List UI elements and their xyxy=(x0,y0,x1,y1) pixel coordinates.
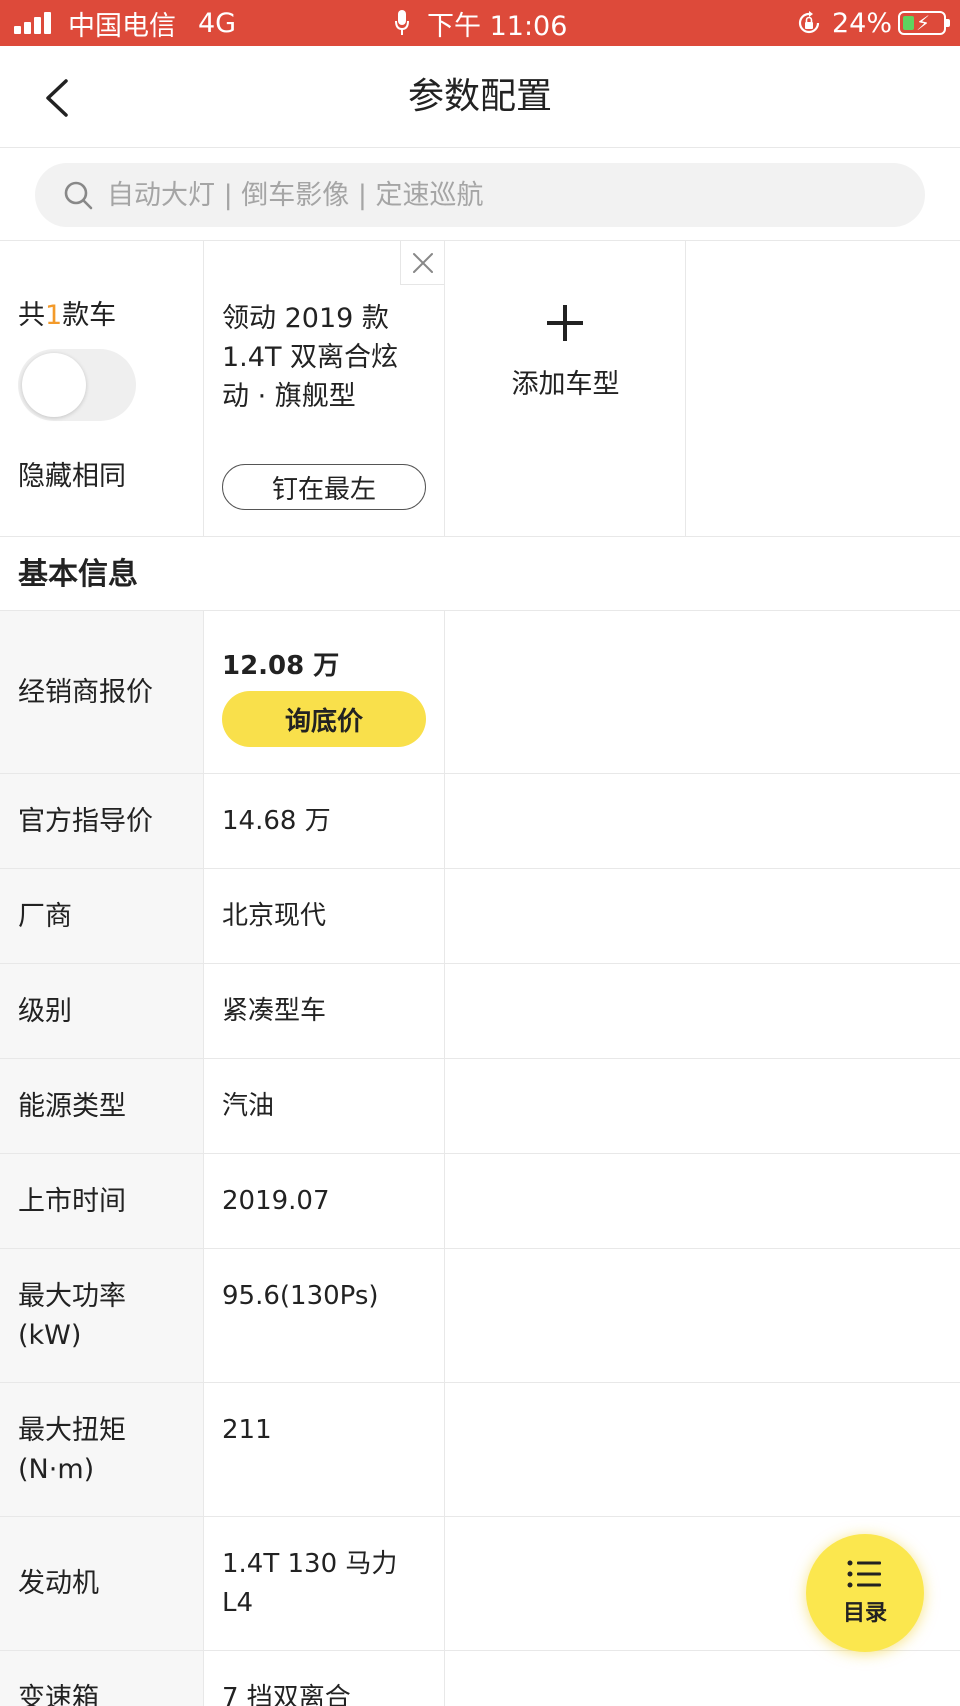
catalog-button[interactable]: 目录 xyxy=(806,1534,924,1652)
table-row: 最大扭矩(N·m) 211 xyxy=(0,1383,960,1517)
row-label: 级别 xyxy=(18,996,72,1027)
table-row: 上市时间 2019.07 xyxy=(0,1154,960,1249)
toggle-knob xyxy=(22,353,86,417)
dealer-price: 12.08 万 xyxy=(222,651,340,681)
plus-icon xyxy=(547,305,583,341)
row-value: 1.4T 130 马力 L4 xyxy=(222,1549,398,1618)
search-box[interactable] xyxy=(35,163,925,227)
row-value: 汽油 xyxy=(222,1091,275,1121)
row-label: 厂商 xyxy=(18,901,72,932)
row-label: 变速箱 xyxy=(18,1683,99,1706)
add-car-label: 添加车型 xyxy=(511,369,620,400)
table-row: 能源类型 汽油 xyxy=(0,1059,960,1154)
battery-percent: 24% xyxy=(831,7,892,39)
table-row: 经销商报价 12.08 万 询底价 xyxy=(0,611,960,774)
row-value: 7 挡双离合 xyxy=(222,1683,351,1706)
row-label: 能源类型 xyxy=(18,1091,126,1122)
page-title: 参数配置 xyxy=(407,76,552,117)
row-value: 95.6(130Ps) xyxy=(222,1281,379,1311)
row-label: 官方指导价 xyxy=(18,806,153,837)
car-column: 领动 2019 款 1.4T 双离合炫动 · 旗舰型 钉在最左 xyxy=(204,241,445,537)
car-count: 共1款车 xyxy=(18,300,117,331)
list-icon xyxy=(847,1560,881,1588)
network-type: 4G xyxy=(198,7,237,39)
hide-same-toggle[interactable] xyxy=(18,349,136,421)
row-label: 最大扭矩(N·m) xyxy=(18,1415,126,1485)
signal-icon xyxy=(14,12,54,34)
table-row: 最大功率(kW) 95.6(130Ps) xyxy=(0,1249,960,1383)
catalog-label: 目录 xyxy=(842,1601,887,1626)
table-row: 厂商 北京现代 xyxy=(0,869,960,964)
ask-lowest-price-button[interactable]: 询底价 xyxy=(222,691,426,747)
row-label: 经销商报价 xyxy=(18,677,153,708)
row-value: 北京现代 xyxy=(222,901,327,931)
row-label: 最大功率(kW) xyxy=(18,1281,126,1351)
compare-controls: 共1款车 隐藏相同 xyxy=(0,241,204,537)
battery-icon: ⚡ xyxy=(898,11,950,35)
search-bar xyxy=(0,148,960,241)
row-value: 14.68 万 xyxy=(222,806,331,836)
row-label: 上市时间 xyxy=(18,1186,126,1217)
close-icon xyxy=(412,252,433,273)
carrier-name: 中国电信 xyxy=(68,10,176,42)
nav-bar: 参数配置 xyxy=(0,46,960,148)
add-car-button[interactable]: 添加车型 xyxy=(445,241,686,537)
hide-same-label: 隐藏相同 xyxy=(18,461,126,492)
table-row: 级别 紧凑型车 xyxy=(0,964,960,1059)
search-icon xyxy=(64,181,93,210)
section-title: 基本信息 xyxy=(18,557,138,592)
status-bar: 中国电信 4G 下午 11:06 24% ⚡ xyxy=(0,0,960,46)
section-heading: 基本信息 xyxy=(0,538,960,611)
car-compare-header: 共1款车 隐藏相同 领动 2019 款 1.4T 双离合炫动 · 旗舰型 钉在最… xyxy=(0,241,960,537)
pin-left-button[interactable]: 钉在最左 xyxy=(222,464,426,510)
clock: 下午 11:06 xyxy=(427,10,568,42)
car-model-name: 领动 2019 款 1.4T 双离合炫动 · 旗舰型 xyxy=(222,303,399,412)
remove-car-button[interactable] xyxy=(400,241,444,285)
microphone-icon xyxy=(395,10,409,35)
table-row: 变速箱 7 挡双离合 xyxy=(0,1651,960,1706)
rotation-lock-icon xyxy=(798,11,820,34)
table-row: 官方指导价 14.68 万 xyxy=(0,774,960,869)
back-arrow-icon[interactable] xyxy=(40,78,76,118)
row-label: 发动机 xyxy=(18,1568,99,1599)
row-value: 211 xyxy=(222,1415,272,1445)
car-count-number: 1 xyxy=(45,300,63,331)
row-value: 紧凑型车 xyxy=(222,996,327,1026)
search-input[interactable] xyxy=(107,179,867,211)
row-value: 2019.07 xyxy=(222,1186,330,1216)
